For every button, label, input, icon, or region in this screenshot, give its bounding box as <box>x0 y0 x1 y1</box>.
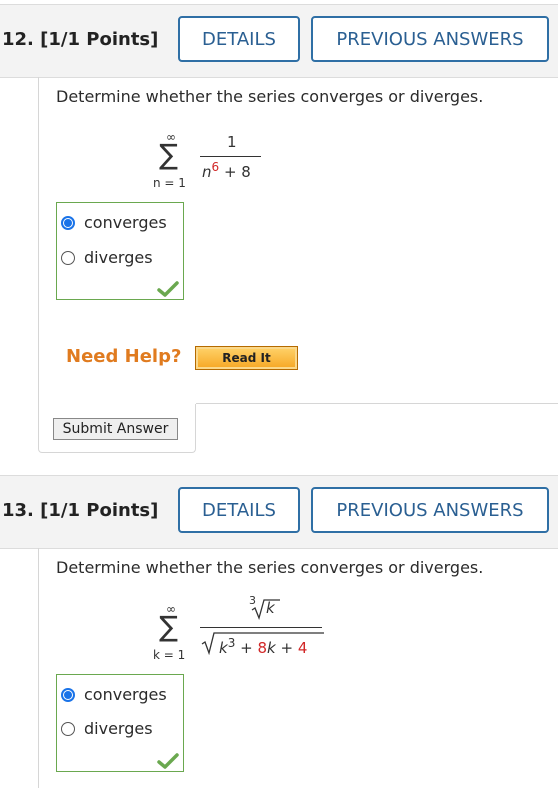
q12-series: ∞ ∑ n = 1 1 n6 + 8 <box>145 130 275 192</box>
q13-choice-converges[interactable]: converges <box>61 685 167 704</box>
q13-den-k: k <box>267 639 276 657</box>
radio-unselected[interactable] <box>61 250 75 265</box>
q13-denominator: k3 + 8k + 4 <box>219 636 307 657</box>
q12-den-exp: 6 <box>211 160 220 174</box>
q12-fraction-bar <box>200 156 261 157</box>
q12-title: 12. [1/1 Points] <box>2 29 159 50</box>
checkmark-icon <box>157 281 179 297</box>
q12-sum-lower: n = 1 <box>153 176 186 190</box>
sigma-symbol: ∑ <box>159 610 178 643</box>
submit-answer-button[interactable]: Submit Answer <box>53 418 178 440</box>
read-it-button[interactable]: Read It <box>195 346 298 370</box>
q13-details-button[interactable]: DETAILS <box>178 487 300 533</box>
q12-denominator: n6 + 8 <box>202 160 251 181</box>
q13-previous-answers-button[interactable]: PREVIOUS ANSWERS <box>311 487 549 533</box>
checkmark-icon <box>157 753 179 769</box>
q12-body-border <box>38 77 39 404</box>
q12-header: 12. [1/1 Points] DETAILS PREVIOUS ANSWER… <box>0 4 558 78</box>
q13-den-plus2: + <box>280 639 294 657</box>
q13-sum-lower: k = 1 <box>153 648 186 662</box>
q13-body-border <box>38 548 39 788</box>
q13-fraction-bar <box>200 627 322 628</box>
q13-header: 13. [1/1 Points] DETAILS PREVIOUS ANSWER… <box>0 475 558 549</box>
q12-prompt: Determine whether the series converges o… <box>56 87 484 106</box>
q13-title: 13. [1/1 Points] <box>2 500 159 521</box>
q13-den-plus1: + <box>240 639 253 657</box>
q13-choice-diverges[interactable]: diverges <box>61 719 153 738</box>
q13-den-var: k <box>219 639 228 657</box>
q13-series: ∞ ∑ k = 1 3 k k3 + 8k + 4 <box>145 594 335 666</box>
q12-den-var: n <box>202 163 212 181</box>
q12-choice-label: converges <box>84 213 167 232</box>
radio-selected[interactable] <box>61 687 75 702</box>
radio-selected[interactable] <box>61 215 75 230</box>
q13-num-var: k <box>266 599 275 617</box>
q12-previous-answers-button[interactable]: PREVIOUS ANSWERS <box>311 16 549 62</box>
q12-choice-converges[interactable]: converges <box>61 213 167 232</box>
q13-choice-label: converges <box>84 685 167 704</box>
q12-choices: converges diverges <box>56 202 184 300</box>
q13-choice-label: diverges <box>84 719 153 738</box>
q12-choice-diverges[interactable]: diverges <box>61 248 153 267</box>
q13-den-exp: 3 <box>227 636 236 650</box>
q12-numerator: 1 <box>227 133 237 151</box>
radio-unselected[interactable] <box>61 721 75 736</box>
q13-choices: converges diverges <box>56 674 184 772</box>
need-help-label: Need Help? <box>66 346 182 367</box>
q13-den-const: 4 <box>297 639 308 657</box>
q13-den-coef: 8 <box>257 639 268 657</box>
divider <box>196 403 558 404</box>
sigma-symbol: ∑ <box>159 138 178 171</box>
q12-details-button[interactable]: DETAILS <box>178 16 300 62</box>
q13-prompt: Determine whether the series converges o… <box>56 558 484 577</box>
q12-choice-label: diverges <box>84 248 153 267</box>
q12-den-rest: + 8 <box>223 163 251 181</box>
